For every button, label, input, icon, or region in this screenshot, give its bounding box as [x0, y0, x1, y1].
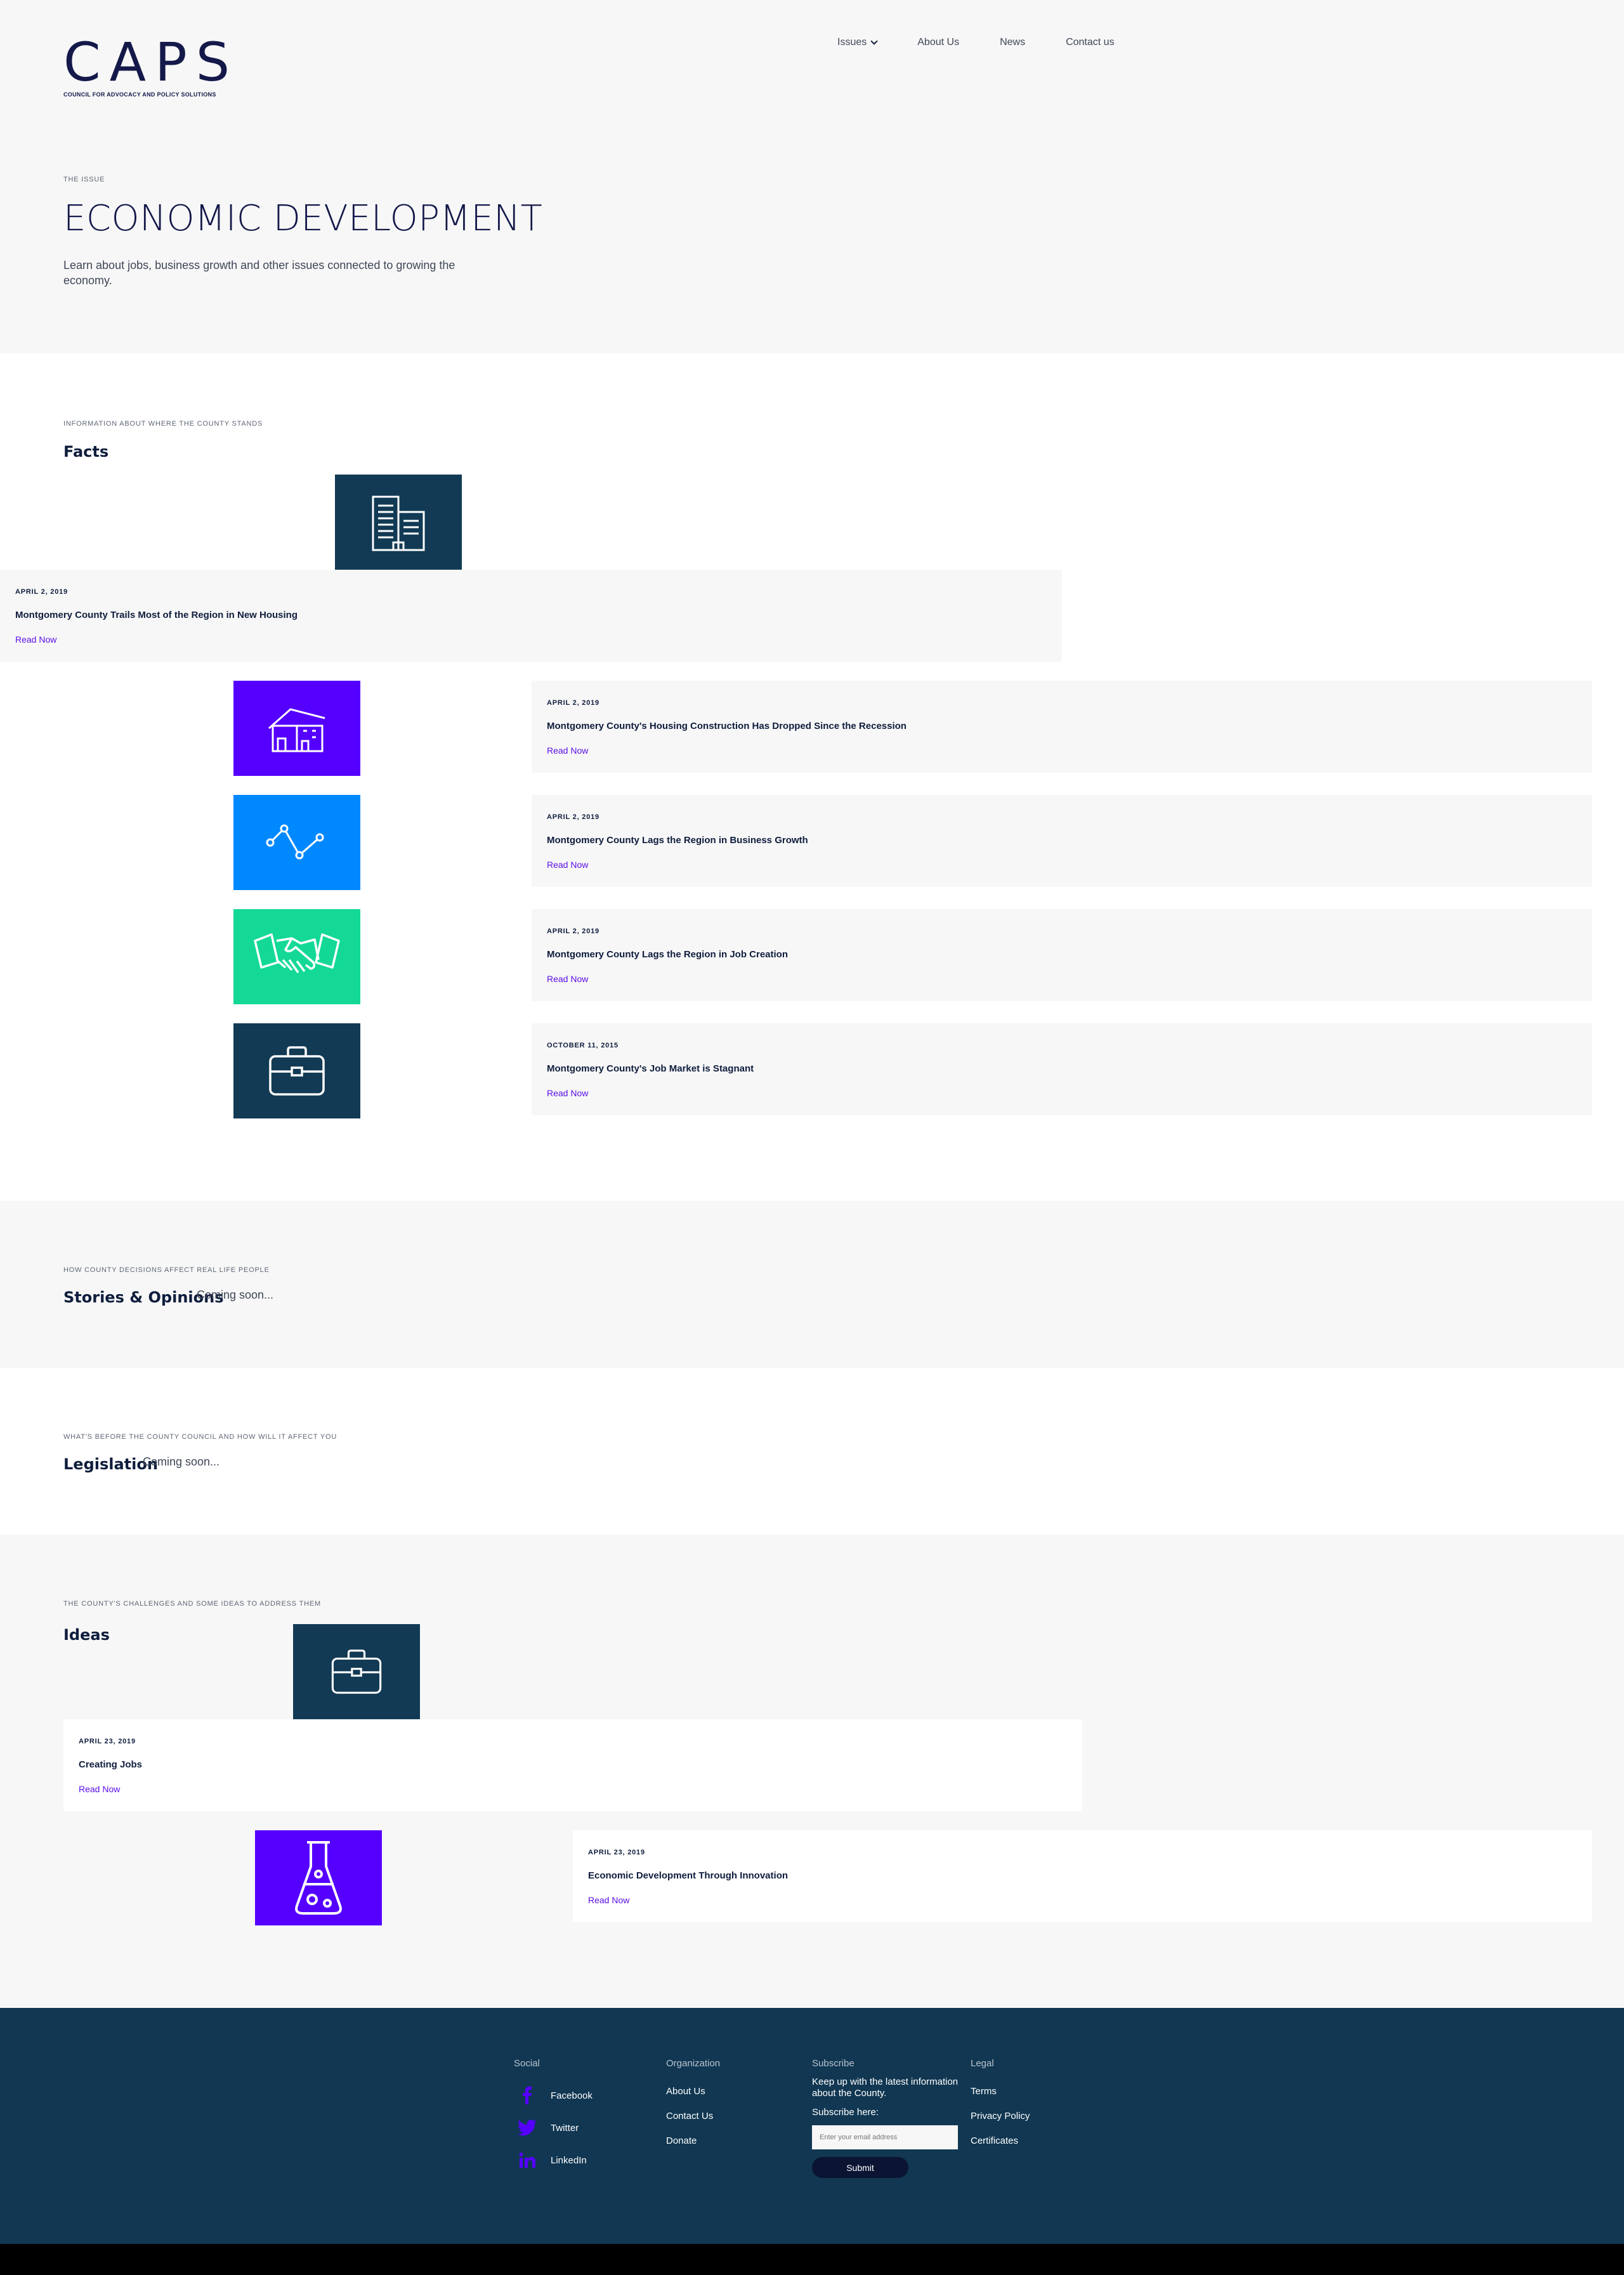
footer-subscribe-heading: Subscribe	[812, 2058, 855, 2069]
footer-link-contact-us[interactable]: Contact Us	[666, 2111, 720, 2121]
fact-tile[interactable]	[233, 681, 360, 776]
hero-description: Learn about jobs, business growth and ot…	[63, 259, 455, 287]
twitter-icon	[518, 2118, 537, 2137]
idea-date: APRIL 23, 2019	[79, 1738, 136, 1745]
read-now-link[interactable]: Read Now	[547, 974, 588, 984]
email-input[interactable]	[812, 2125, 958, 2149]
linkedin-icon	[518, 2151, 537, 2170]
twitter-label: Twitter	[551, 2122, 579, 2134]
read-now-link[interactable]: Read Now	[547, 1088, 588, 1098]
subscribe-label: Subscribe here:	[812, 2107, 879, 2118]
fact-date: APRIL 2, 2019	[15, 588, 68, 596]
twitter-link[interactable]: Twitter	[514, 2118, 593, 2137]
hero-section: CAPS COUNCIL FOR ADVOCACY AND POLICY SOL…	[0, 0, 1624, 353]
footer-legal-column: Legal Terms Privacy Policy Certificates	[971, 2058, 1030, 2160]
fact-title[interactable]: Montgomery County Lags the Region in Job…	[547, 949, 1577, 960]
facebook-link[interactable]: Facebook	[514, 2086, 593, 2105]
flask-icon	[295, 1841, 342, 1915]
fact-tile[interactable]	[233, 909, 360, 1004]
fact-tile[interactable]	[233, 1023, 360, 1118]
idea-card: APRIL 23, 2019 Creating Jobs Read Now	[63, 1719, 1082, 1811]
read-now-link[interactable]: Read Now	[547, 860, 588, 870]
legislation-coming-soon: Coming soon...	[143, 1455, 220, 1468]
fact-card: APRIL 2, 2019 Montgomery County Trails M…	[0, 570, 1062, 662]
idea-title[interactable]: Economic Development Through Innovation	[588, 1870, 1577, 1881]
nav-item-about-us[interactable]: About Us	[917, 37, 959, 48]
line-chart-icon	[266, 824, 324, 860]
idea-tile[interactable]	[255, 1830, 382, 1925]
fact-date: APRIL 2, 2019	[547, 928, 599, 935]
footer-organization-column: Organization About Us Contact Us Donate	[666, 2058, 720, 2160]
facebook-icon	[518, 2086, 537, 2105]
idea-title[interactable]: Creating Jobs	[79, 1759, 1067, 1770]
ideas-section: THE COUNTY'S CHALLENGES AND SOME IDEAS T…	[0, 1535, 1624, 2008]
fact-tile[interactable]	[233, 795, 360, 890]
footer-link-about-us[interactable]: About Us	[666, 2086, 720, 2097]
nav-label: Issues	[837, 37, 867, 48]
ideas-title: Ideas	[63, 1626, 110, 1644]
idea-card: APRIL 23, 2019 Economic Development Thro…	[573, 1830, 1592, 1922]
footer-link-privacy-policy[interactable]: Privacy Policy	[971, 2111, 1030, 2121]
legislation-eyebrow: WHAT'S BEFORE THE COUNTY COUNCIL AND HOW…	[63, 1433, 337, 1441]
legislation-section: WHAT'S BEFORE THE COUNTY COUNCIL AND HOW…	[0, 1368, 1624, 1535]
fact-title[interactable]: Montgomery County's Housing Construction…	[547, 721, 1577, 731]
submit-button[interactable]: Submit	[812, 2157, 908, 2178]
fact-card: OCTOBER 11, 2015 Montgomery County's Job…	[532, 1023, 1592, 1115]
idea-tile[interactable]	[293, 1624, 420, 1719]
fact-tile[interactable]	[335, 475, 462, 570]
main-nav: Issues About Us News Contact us	[837, 37, 1155, 48]
caps-logo[interactable]: CAPS COUNCIL FOR ADVOCACY AND POLICY SOL…	[63, 36, 239, 98]
office-building-icon	[372, 495, 425, 551]
nav-item-contact-us[interactable]: Contact us	[1066, 37, 1114, 48]
fact-date: OCTOBER 11, 2015	[547, 1042, 619, 1049]
fact-date: APRIL 2, 2019	[547, 699, 599, 707]
fact-card: APRIL 2, 2019 Montgomery County Lags the…	[532, 909, 1592, 1001]
ideas-eyebrow: THE COUNTY'S CHALLENGES AND SOME IDEAS T…	[63, 1600, 321, 1608]
hero-eyebrow: THE ISSUE	[63, 176, 105, 183]
linkedin-label: LinkedIn	[551, 2154, 587, 2166]
read-now-link[interactable]: Read Now	[547, 745, 588, 756]
stories-section: HOW COUNTY DECISIONS AFFECT REAL LIFE PE…	[0, 1201, 1624, 1368]
subscribe-description: Keep up with the latest information abou…	[812, 2076, 959, 2099]
page-title: ECONOMIC DEVELOPMENT	[63, 198, 543, 239]
nav-item-news[interactable]: News	[1000, 37, 1025, 48]
site-footer: Social Facebook Twitter LinkedIn Organiz…	[0, 2008, 1624, 2244]
briefcase-icon	[269, 1046, 325, 1096]
bottom-bar	[0, 2244, 1624, 2275]
facts-eyebrow: INFORMATION ABOUT WHERE THE COUNTY STAND…	[63, 420, 263, 428]
read-now-link[interactable]: Read Now	[15, 634, 56, 645]
handshake-icon	[254, 933, 340, 974]
fact-card: APRIL 2, 2019 Montgomery County Lags the…	[532, 795, 1592, 887]
linkedin-link[interactable]: LinkedIn	[514, 2151, 593, 2170]
fact-date: APRIL 2, 2019	[547, 813, 599, 821]
fact-title[interactable]: Montgomery County's Job Market is Stagna…	[547, 1063, 1577, 1074]
house-icon	[268, 708, 325, 752]
read-now-link[interactable]: Read Now	[588, 1895, 629, 1905]
read-now-link[interactable]: Read Now	[79, 1784, 120, 1794]
facts-title: Facts	[63, 443, 109, 461]
logo-wordmark: CAPS	[63, 31, 239, 93]
footer-social-heading: Social	[514, 2058, 540, 2069]
briefcase-icon	[331, 1649, 382, 1694]
logo-subtitle: COUNCIL FOR ADVOCACY AND POLICY SOLUTION…	[63, 91, 216, 98]
footer-legal-heading: Legal	[971, 2058, 994, 2069]
idea-date: APRIL 23, 2019	[588, 1849, 645, 1856]
footer-link-terms[interactable]: Terms	[971, 2086, 1030, 2097]
stories-eyebrow: HOW COUNTY DECISIONS AFFECT REAL LIFE PE…	[63, 1266, 270, 1274]
stories-coming-soon: Coming soon...	[197, 1288, 274, 1301]
facebook-label: Facebook	[551, 2090, 593, 2101]
fact-title[interactable]: Montgomery County Lags the Region in Bus…	[547, 835, 1577, 846]
nav-item-issues[interactable]: Issues	[837, 37, 878, 48]
fact-title[interactable]: Montgomery County Trails Most of the Reg…	[15, 610, 1047, 620]
fact-card: APRIL 2, 2019 Montgomery County's Housin…	[532, 681, 1592, 773]
footer-subscribe-column: Subscribe Keep up with the latest inform…	[812, 2058, 964, 2178]
chevron-down-icon	[870, 37, 878, 45]
footer-link-certificates[interactable]: Certificates	[971, 2135, 1030, 2146]
footer-organization-heading: Organization	[666, 2058, 721, 2069]
footer-link-donate[interactable]: Donate	[666, 2135, 720, 2146]
footer-social-column: Social Facebook Twitter LinkedIn	[514, 2058, 593, 2183]
